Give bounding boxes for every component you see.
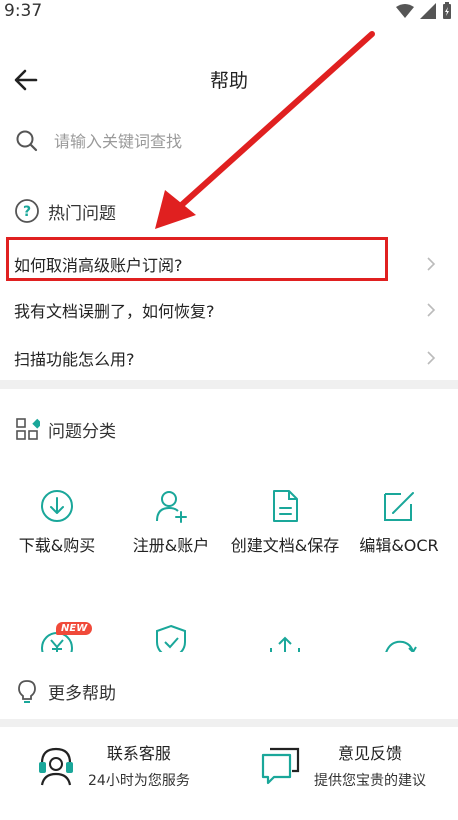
annotation-arrow bbox=[155, 31, 375, 229]
